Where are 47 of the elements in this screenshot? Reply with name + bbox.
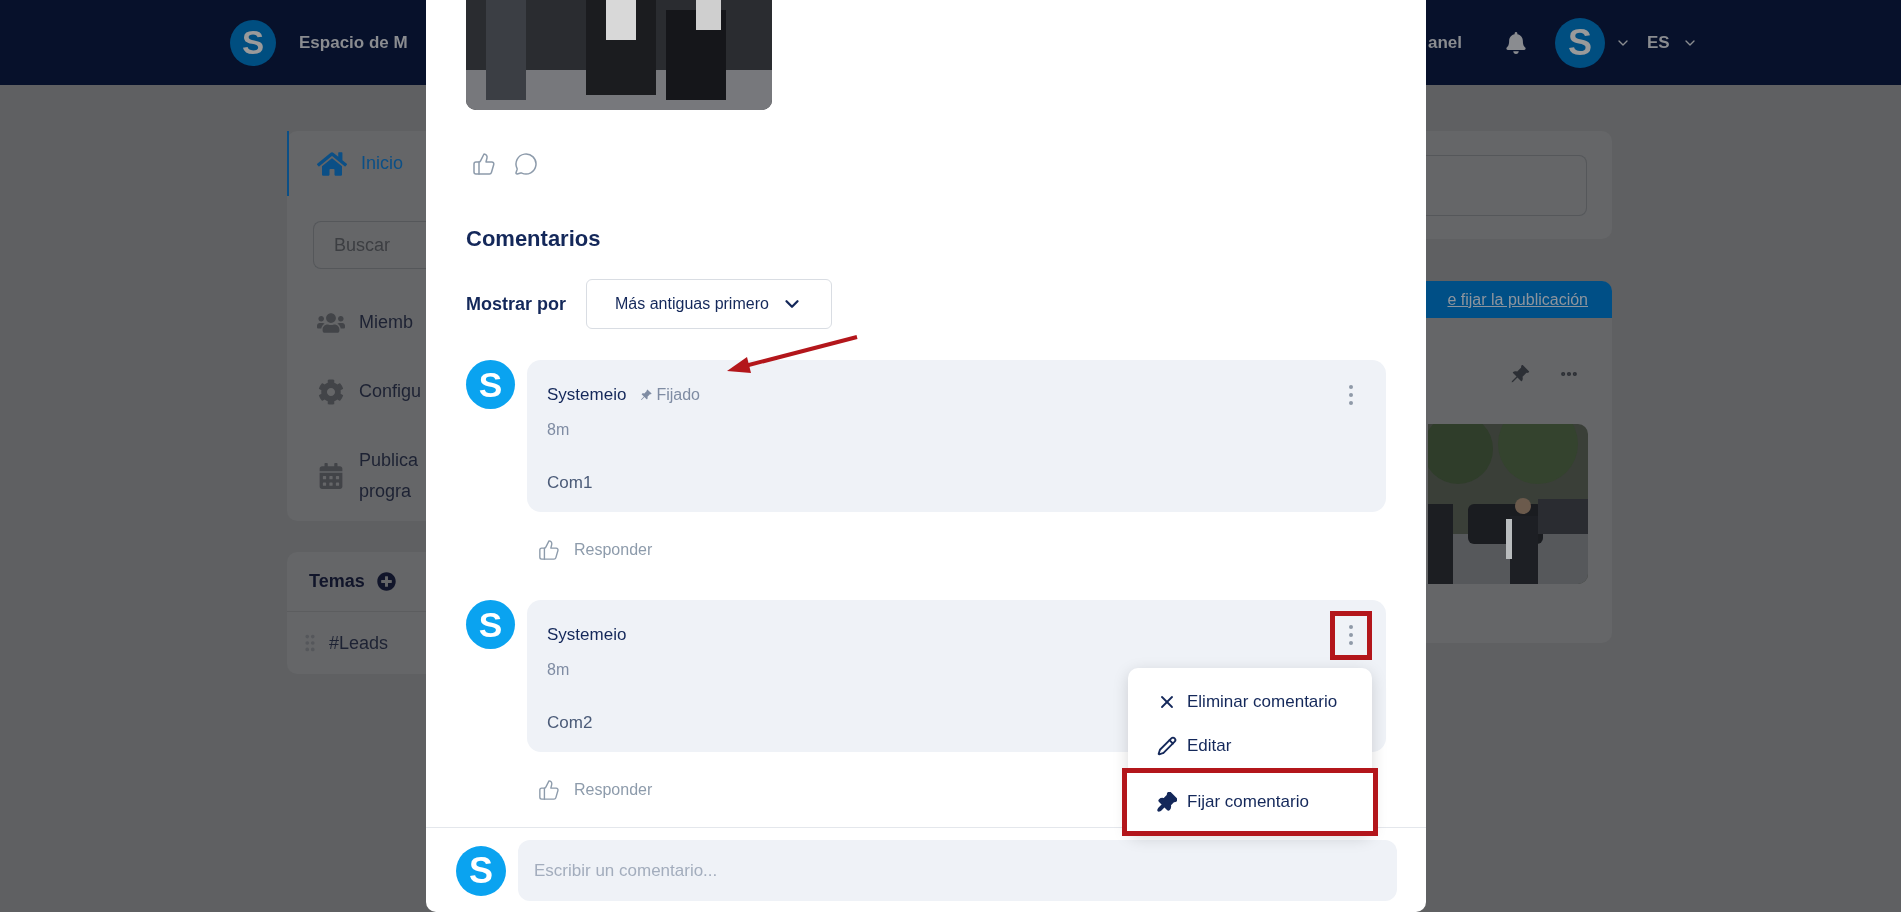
language-selector[interactable]: ES [1647,29,1670,56]
avatar: S [466,360,515,409]
menu-item[interactable]: Editar [1128,723,1372,768]
pinned-label: Fijado [656,385,700,405]
comment-time: 8m [547,420,570,440]
pin-icon [640,389,653,401]
unpin-link[interactable]: e fijar la publicación [1447,287,1588,312]
like-icon[interactable] [472,152,496,176]
add-icon[interactable] [376,572,396,591]
author-name: Systemeio [547,624,627,647]
home-icon [317,149,347,178]
sort-label: Mostrar por [466,292,566,316]
sidebar-item[interactable]: Miemb [287,307,426,338]
reply-link[interactable]: Responder [574,538,653,562]
like-icon[interactable] [538,539,560,561]
input-field[interactable] [1426,155,1587,216]
gear-icon [317,378,345,405]
author-name: Systemeio [547,384,627,407]
avatar: S [456,845,506,896]
sidebar-item[interactable]: Publica progra [287,445,426,507]
brand-name: Espacio de M [299,31,408,54]
menu-item[interactable]: Eliminar comentario [1128,680,1372,724]
avatar: S [1555,17,1606,68]
comment-time: 8m [547,660,570,680]
comments-heading: Comentarios [466,226,601,252]
nav-link[interactable]: anel [1428,29,1463,56]
bell-icon[interactable] [1506,31,1527,54]
pencil-icon [1157,735,1177,756]
like-icon[interactable] [538,779,560,801]
menu-item[interactable]: Fijar comentario [1122,767,1378,836]
sidebar-item[interactable]: Configu [287,376,426,407]
comment-icon[interactable] [514,152,538,176]
topics-title: Temas [309,570,365,593]
pin-icon [1157,791,1177,812]
more-button[interactable] [1330,610,1372,660]
pin-icon[interactable] [1510,364,1530,384]
logo: S [230,19,276,66]
avatar: S [466,600,515,649]
more-icon [1349,625,1353,645]
comment-text: Com1 [547,472,593,494]
topic-item[interactable]: #Leads [287,612,426,674]
comment-text: Com2 [547,712,593,734]
comment-input[interactable]: Escribir un comentario... [518,840,1397,901]
more-icon [1349,385,1353,405]
calendar-icon [317,463,345,489]
reply-link[interactable]: Responder [574,778,653,802]
sort-dropdown[interactable]: Más antiguas primero [586,279,832,329]
